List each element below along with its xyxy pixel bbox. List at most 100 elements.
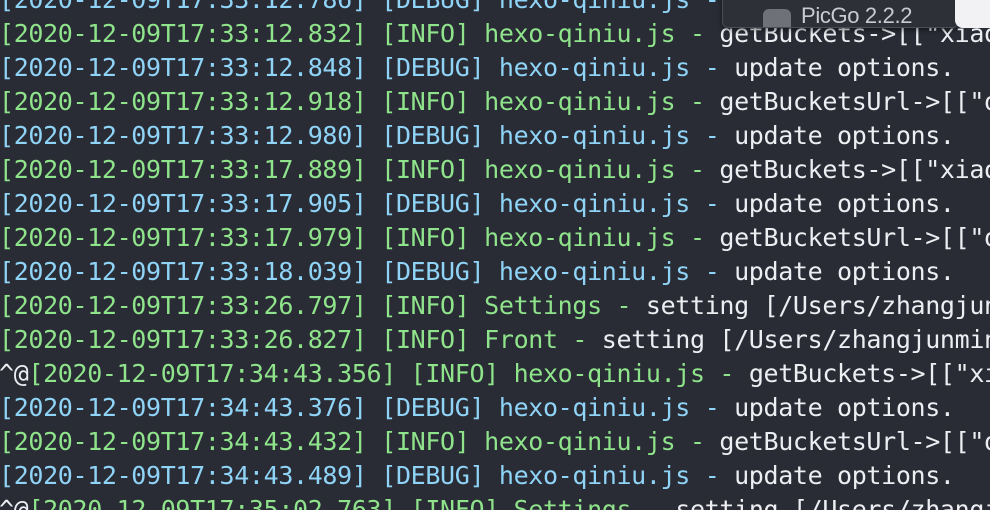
notification-panel-fragment bbox=[955, 0, 990, 28]
log-line: [2020-12-09T17:33:12.918] [INFO] hexo-qi… bbox=[0, 85, 990, 119]
log-separator: - bbox=[690, 223, 705, 252]
log-timestamp: [2020-12-09T17:34:43.489] bbox=[0, 461, 367, 490]
log-category: hexo-qiniu.js bbox=[498, 461, 690, 490]
log-separator: - bbox=[690, 19, 705, 48]
log-message: update options. bbox=[734, 393, 955, 422]
log-line: ^@[2020-12-09T17:35:02.763] [INFO] Setti… bbox=[0, 493, 990, 510]
log-separator: - bbox=[704, 53, 720, 82]
log-line: [2020-12-09T17:33:26.797] [INFO] Setting… bbox=[0, 289, 990, 323]
log-message: update options. bbox=[734, 121, 955, 150]
log-timestamp: [2020-12-09T17:33:17.979] bbox=[0, 223, 367, 252]
log-timestamp: [2020-12-09T17:33:12.786] bbox=[0, 0, 367, 14]
log-timestamp: [2020-12-09T17:33:26.797] bbox=[0, 291, 367, 320]
log-output: [2020-12-09T17:33:12.786] [DEBUG] hexo-q… bbox=[0, 0, 990, 510]
log-level: [INFO] bbox=[381, 155, 470, 184]
log-line: ^@[2020-12-09T17:34:43.356] [INFO] hexo-… bbox=[0, 357, 990, 391]
log-message: getBucketsUrl->[["qini bbox=[719, 223, 990, 252]
log-prefix: ^@ bbox=[0, 359, 29, 388]
log-line: [2020-12-09T17:33:17.889] [INFO] hexo-qi… bbox=[0, 153, 990, 187]
log-message: update options. bbox=[734, 257, 955, 286]
log-category: hexo-qiniu.js bbox=[513, 359, 705, 388]
log-level: [DEBUG] bbox=[381, 461, 485, 490]
log-line: [2020-12-09T17:33:17.905] [DEBUG] hexo-q… bbox=[0, 187, 990, 221]
log-message: getBuckets->[["xiaom bbox=[748, 359, 990, 388]
log-level: [DEBUG] bbox=[381, 393, 485, 422]
log-timestamp: [2020-12-09T17:33:12.918] bbox=[0, 87, 367, 116]
log-separator: - bbox=[616, 291, 632, 320]
log-level: [DEBUG] bbox=[381, 0, 484, 14]
picgo-window-title: PicGo 2.2.2 bbox=[801, 3, 913, 28]
log-timestamp: [2020-12-09T17:33:12.848] bbox=[0, 53, 367, 82]
log-timestamp: [2020-12-09T17:33:17.889] bbox=[0, 155, 367, 184]
log-timestamp: [2020-12-09T17:33:12.980] bbox=[0, 121, 367, 150]
log-timestamp: [2020-12-09T17:34:43.356] bbox=[28, 359, 396, 388]
log-category: hexo-qiniu.js bbox=[498, 189, 690, 218]
log-level: [DEBUG] bbox=[381, 189, 485, 218]
log-level: [INFO] bbox=[381, 291, 470, 320]
log-message: getBucketsUrl->[["qini bbox=[719, 427, 990, 456]
log-timestamp: [2020-12-09T17:34:43.376] bbox=[0, 393, 367, 422]
log-level: [DEBUG] bbox=[381, 257, 485, 286]
log-timestamp: [2020-12-09T17:34:43.432] bbox=[0, 427, 367, 456]
log-separator: - bbox=[704, 189, 720, 218]
log-line: [2020-12-09T17:34:43.376] [DEBUG] hexo-q… bbox=[0, 391, 990, 425]
log-separator: - bbox=[690, 87, 705, 116]
log-category: hexo-qiniu.js bbox=[484, 19, 676, 48]
log-message: update options. bbox=[734, 53, 955, 82]
log-line: [2020-12-09T17:33:18.039] [DEBUG] hexo-q… bbox=[0, 255, 990, 289]
log-level: [INFO] bbox=[410, 359, 500, 388]
log-message: setting [/Users/zhangjunmin/ bbox=[645, 291, 990, 320]
log-category: hexo-qiniu.js bbox=[499, 0, 690, 14]
log-category: hexo-qiniu.js bbox=[498, 393, 690, 422]
log-message: setting [/Users/zhangjunmin/blo bbox=[601, 325, 990, 354]
log-timestamp: [2020-12-09T17:33:26.827] bbox=[0, 325, 367, 354]
log-line: [2020-12-09T17:33:17.979] [INFO] hexo-qi… bbox=[0, 221, 990, 255]
log-message: getBuckets->[["xiaomin bbox=[719, 155, 990, 184]
log-category: hexo-qiniu.js bbox=[484, 87, 676, 116]
log-separator: - bbox=[645, 495, 661, 510]
log-level: [INFO] bbox=[381, 19, 470, 48]
log-category: hexo-qiniu.js bbox=[484, 155, 676, 184]
log-category: hexo-qiniu.js bbox=[498, 53, 690, 82]
log-message: setting [/Users/zhangjunm bbox=[675, 495, 990, 510]
log-level: [DEBUG] bbox=[381, 121, 485, 150]
picgo-app-icon bbox=[763, 9, 791, 27]
log-line: [2020-12-09T17:33:12.848] [DEBUG] hexo-q… bbox=[0, 51, 990, 85]
log-timestamp: [2020-12-09T17:33:12.832] bbox=[0, 19, 367, 48]
log-level: [INFO] bbox=[381, 87, 470, 116]
log-level: [INFO] bbox=[410, 495, 500, 510]
log-separator: - bbox=[719, 359, 735, 388]
log-category: Settings bbox=[484, 291, 602, 320]
log-level: [INFO] bbox=[381, 427, 470, 456]
log-separator: - bbox=[704, 461, 720, 490]
log-timestamp: [2020-12-09T17:33:18.039] bbox=[0, 257, 367, 286]
log-line: [2020-12-09T17:33:26.827] [INFO] Front -… bbox=[0, 323, 990, 357]
log-category: Front bbox=[484, 325, 558, 354]
log-category: hexo-qiniu.js bbox=[484, 427, 676, 456]
log-separator: - bbox=[690, 155, 705, 184]
log-category: Settings bbox=[513, 495, 632, 510]
log-level: [INFO] bbox=[381, 325, 470, 354]
log-category: hexo-qiniu.js bbox=[484, 223, 676, 252]
log-line: [2020-12-09T17:33:12.980] [DEBUG] hexo-q… bbox=[0, 119, 990, 153]
log-category: hexo-qiniu.js bbox=[498, 121, 690, 150]
log-separator: - bbox=[572, 325, 588, 354]
log-separator: - bbox=[690, 427, 705, 456]
picgo-window-fragment[interactable]: PicGo 2.2.2 bbox=[722, 0, 959, 28]
log-timestamp: [2020-12-09T17:33:17.905] bbox=[0, 189, 367, 218]
log-category: hexo-qiniu.js bbox=[498, 257, 690, 286]
log-message: update options. bbox=[734, 461, 955, 490]
log-separator: - bbox=[704, 257, 720, 286]
log-message: getBucketsUrl->[["qini bbox=[719, 87, 990, 116]
log-line: [2020-12-09T17:34:43.489] [DEBUG] hexo-q… bbox=[0, 459, 990, 493]
log-separator: - bbox=[704, 121, 720, 150]
log-message: update options. bbox=[734, 189, 955, 218]
terminal-window[interactable]: [2020-12-09T17:33:12.786] [DEBUG] hexo-q… bbox=[0, 0, 990, 510]
log-timestamp: [2020-12-09T17:35:02.763] bbox=[28, 495, 396, 510]
log-line: [2020-12-09T17:34:43.432] [INFO] hexo-qi… bbox=[0, 425, 990, 459]
log-separator: - bbox=[705, 0, 720, 14]
log-prefix: ^@ bbox=[0, 495, 29, 510]
log-separator: - bbox=[704, 393, 720, 422]
log-level: [DEBUG] bbox=[381, 53, 485, 82]
log-level: [INFO] bbox=[381, 223, 470, 252]
